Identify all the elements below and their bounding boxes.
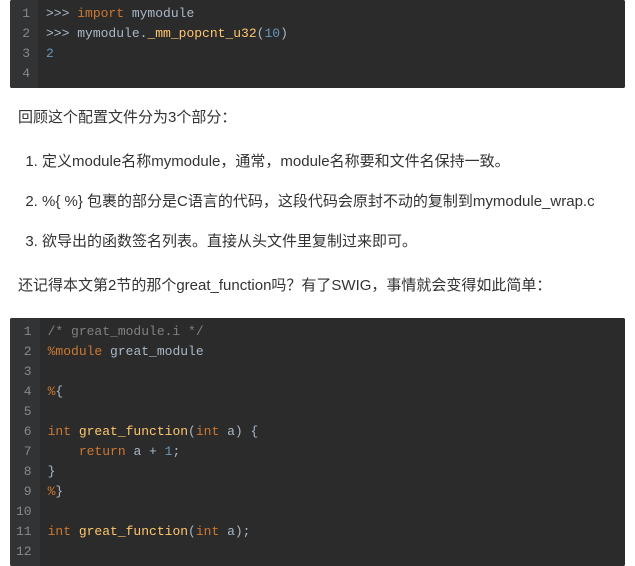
code-block-2-lineno: 3 [16, 362, 32, 382]
code-block-2-line: int great_function(int a); [48, 522, 619, 542]
code-block-2-line [48, 402, 619, 422]
code-block-2-lineno: 12 [16, 542, 32, 562]
config-parts-item: 定义module名称mymodule，通常，module名称要和文件名保持一致。 [42, 150, 617, 174]
code-block-1: 1234 >>> import mymodule>>> mymodule._mm… [10, 0, 625, 88]
code-token: great_function [79, 524, 188, 539]
code-block-2-line [48, 502, 619, 522]
code-block-2-lineno: 6 [16, 422, 32, 442]
code-token: great_function [79, 424, 188, 439]
code-block-1-line: 2 [46, 44, 619, 64]
code-token: ( [188, 424, 196, 439]
code-token: mymodule. [77, 26, 147, 41]
code-block-2-lineno: 7 [16, 442, 32, 462]
code-block-2-line [48, 362, 619, 382]
code-block-1-lines: >>> import mymodule>>> mymodule._mm_popc… [38, 0, 625, 88]
code-block-2-line: } [48, 462, 619, 482]
config-parts-item: 欲导出的函数签名列表。直接从头文件里复制过来即可。 [42, 230, 617, 254]
code-token: >>> [46, 26, 77, 41]
code-block-1-lineno: 2 [16, 24, 30, 44]
code-block-2-line [48, 542, 619, 562]
code-block-1-gutter: 1234 [10, 0, 38, 88]
code-token: } [55, 484, 63, 499]
code-token: ( [188, 524, 196, 539]
code-block-2-lines: /* great_module.i */ %module great_module… [40, 318, 625, 566]
paragraph-intro: 回顾这个配置文件分为3个部分： [18, 106, 617, 130]
code-block-2-line: int great_function(int a) { [48, 422, 619, 442]
code-block-2-lineno: 1 [16, 322, 32, 342]
code-block-1-lineno: 3 [16, 44, 30, 64]
code-token: int [196, 424, 219, 439]
code-block-2-lineno: 2 [16, 342, 32, 362]
code-block-2-line: /* great_module.i */ [48, 322, 619, 342]
code-token [71, 424, 79, 439]
code-token: ; [172, 444, 180, 459]
code-block-2-lineno: 8 [16, 462, 32, 482]
code-block-2-lineno: 9 [16, 482, 32, 502]
code-block-2-lineno: 11 [16, 522, 32, 542]
code-token [71, 524, 79, 539]
code-block-1-line [46, 64, 619, 84]
code-block-2-line: %} [48, 482, 619, 502]
code-block-2: 123456789101112 /* great_module.i */%mod… [10, 318, 625, 566]
code-token: { [55, 384, 63, 399]
code-block-2-line: %{ [48, 382, 619, 402]
code-block-2-lineno: 10 [16, 502, 32, 522]
code-block-2-lineno: 4 [16, 382, 32, 402]
config-parts-item: %{ %} 包裹的部分是C语言的代码，这段代码会原封不动的复制到mymodule… [42, 190, 617, 214]
code-token: 10 [264, 26, 280, 41]
code-token: } [48, 464, 56, 479]
code-token: great_module [102, 344, 203, 359]
code-token: return [79, 444, 126, 459]
code-token: int [196, 524, 219, 539]
config-parts-list: 定义module名称mymodule，通常，module名称要和文件名保持一致。… [42, 150, 617, 254]
code-token: a) { [219, 424, 258, 439]
paragraph-swig: 还记得本文第2节的那个great_function吗？有了SWIG，事情就会变得… [18, 274, 617, 298]
code-token: a + [126, 444, 165, 459]
code-block-2-gutter: 123456789101112 [10, 318, 40, 566]
code-token: /* great_module.i */ [48, 324, 204, 339]
code-token: int [48, 524, 71, 539]
code-token: >>> [46, 6, 77, 21]
code-token: int [48, 424, 71, 439]
code-block-1-lineno: 1 [16, 4, 30, 24]
code-token: module [55, 344, 102, 359]
code-block-1-line: >>> import mymodule [46, 4, 619, 24]
code-token: mymodule [124, 6, 194, 21]
code-token: import [77, 6, 124, 21]
code-token: a); [219, 524, 250, 539]
code-block-2-lineno: 5 [16, 402, 32, 422]
code-block-2-line: %module great_module [48, 342, 619, 362]
code-token: _mm_popcnt_u32 [147, 26, 256, 41]
code-token [48, 444, 79, 459]
code-block-1-lineno: 4 [16, 64, 30, 84]
code-block-2-line: return a + 1; [48, 442, 619, 462]
code-token: ) [280, 26, 288, 41]
code-block-1-line: >>> mymodule._mm_popcnt_u32(10) [46, 24, 619, 44]
code-token: 2 [46, 46, 54, 61]
